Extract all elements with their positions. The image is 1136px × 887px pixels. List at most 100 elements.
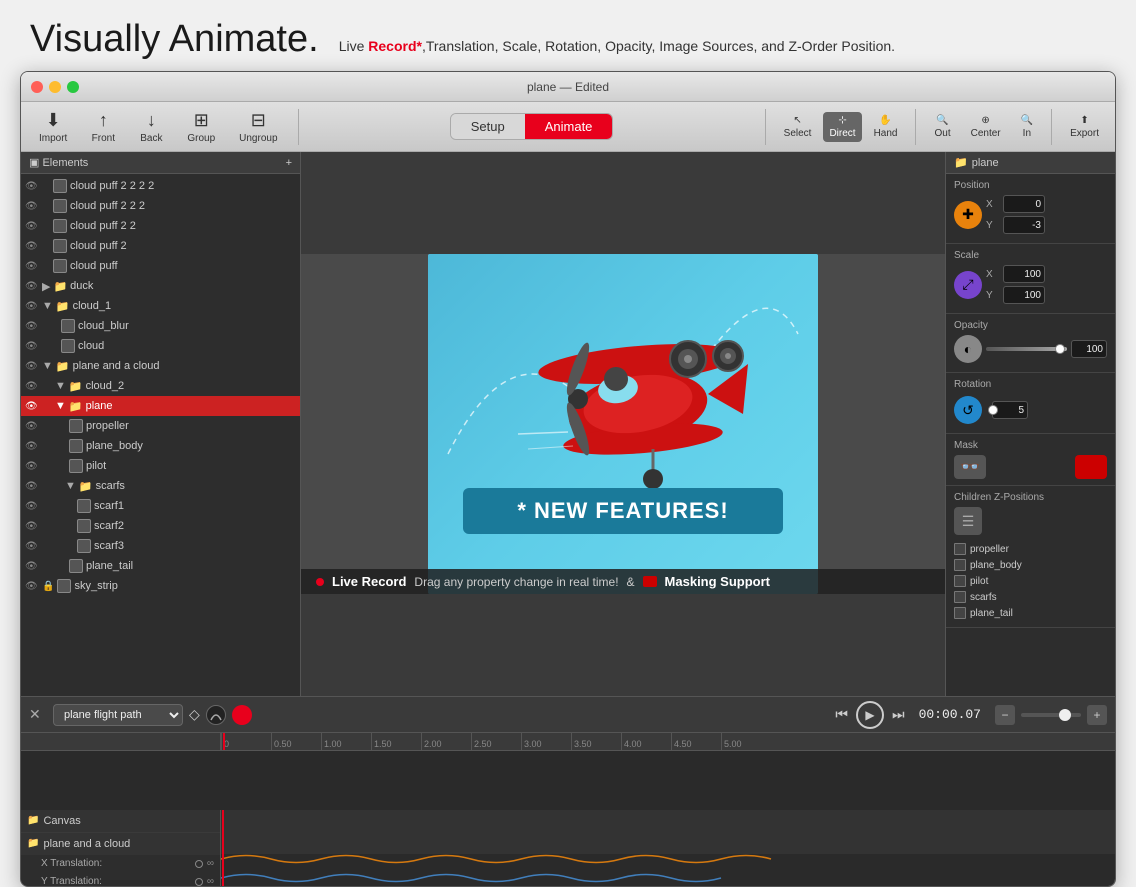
visibility-icon[interactable]: 👁 xyxy=(25,541,39,552)
loop-link[interactable]: ∞ xyxy=(207,858,214,869)
keyframe-diamond-button[interactable]: ◇ xyxy=(189,706,200,723)
zoom-out-timeline-button[interactable]: − xyxy=(995,705,1015,725)
list-item[interactable]: 👁 scarf3 xyxy=(21,536,300,556)
mask-color-swatch[interactable] xyxy=(1075,455,1107,479)
visibility-icon[interactable]: 👁 xyxy=(25,401,39,412)
visibility-icon[interactable]: 👁 xyxy=(25,201,39,212)
direct-tool[interactable]: ⊹ Direct xyxy=(823,112,861,142)
setup-mode-button[interactable]: Setup xyxy=(451,114,525,139)
opacity-slider[interactable] xyxy=(986,347,1067,351)
select-tool[interactable]: ↖ Select xyxy=(778,112,818,142)
position-y-input[interactable] xyxy=(1003,216,1045,234)
list-item[interactable]: 👁 cloud puff 2 2 2 xyxy=(21,196,300,216)
list-item[interactable]: 👁 cloud puff 2 2 xyxy=(21,216,300,236)
visibility-icon[interactable]: 👁 xyxy=(25,481,39,492)
mask-icon[interactable]: 👓 xyxy=(954,455,986,479)
opacity-slider-thumb[interactable] xyxy=(1055,344,1065,354)
z-item[interactable]: plane_tail xyxy=(954,605,1107,621)
elements-add-icon[interactable]: + xyxy=(286,157,292,169)
curve-button[interactable] xyxy=(206,705,226,725)
minimize-button[interactable] xyxy=(49,81,61,93)
zoom-out-button[interactable]: 🔍 Out xyxy=(928,112,956,142)
opacity-input[interactable] xyxy=(1071,340,1107,358)
list-item[interactable]: 👁 pilot xyxy=(21,456,300,476)
list-item[interactable]: 👁 cloud puff xyxy=(21,256,300,276)
list-item[interactable]: 👁 🔒 sky_strip xyxy=(21,576,300,596)
visibility-icon[interactable]: 👁 xyxy=(25,381,39,392)
skip-back-button[interactable]: ⏮ xyxy=(835,706,848,723)
rotation-slider-thumb[interactable] xyxy=(988,405,998,415)
visibility-icon[interactable]: 👁 xyxy=(25,561,39,572)
group-button[interactable]: ⊞ Group xyxy=(179,106,223,148)
close-button[interactable] xyxy=(31,81,43,93)
list-item-plane[interactable]: 👁 ▼ 📁 plane xyxy=(21,396,300,416)
zoom-slider-thumb[interactable] xyxy=(1059,709,1071,721)
visibility-icon[interactable]: 👁 xyxy=(25,441,39,452)
visibility-icon[interactable]: 👁 xyxy=(25,241,39,252)
z-item[interactable]: propeller xyxy=(954,541,1107,557)
list-item[interactable]: 👁 ▼ 📁 scarfs xyxy=(21,476,300,496)
ungroup-button[interactable]: ⊟ Ungroup xyxy=(231,106,285,148)
export-button[interactable]: ⬆ Export xyxy=(1064,112,1105,142)
path-selector[interactable]: plane flight path xyxy=(53,704,183,726)
play-button[interactable]: ▶ xyxy=(856,701,884,729)
animate-mode-button[interactable]: Animate xyxy=(525,114,613,139)
scale-x-input[interactable] xyxy=(1003,265,1045,283)
visibility-icon[interactable]: 👁 xyxy=(25,521,39,532)
visibility-icon[interactable]: 👁 xyxy=(25,321,39,332)
visibility-icon[interactable]: 👁 xyxy=(25,261,39,272)
zoom-slider[interactable] xyxy=(1021,713,1081,717)
visibility-icon[interactable]: 👁 xyxy=(25,181,39,192)
center-button[interactable]: ⊕ Center xyxy=(965,112,1007,142)
visibility-icon[interactable]: 👁 xyxy=(25,301,39,312)
position-icon-button[interactable]: ✚ xyxy=(954,201,982,229)
list-item[interactable]: 👁 ▼ 📁 plane and a cloud xyxy=(21,356,300,376)
select-icon: ↖ xyxy=(793,115,801,126)
timeline-close-button[interactable]: ✕ xyxy=(29,706,47,723)
scale-icon-button[interactable]: ⤢ xyxy=(954,271,982,299)
canvas-frame[interactable]: * NEW FEATURES! xyxy=(428,254,818,594)
keyframe-dot[interactable] xyxy=(195,878,203,886)
z-item[interactable]: plane_body xyxy=(954,557,1107,573)
record-button[interactable] xyxy=(232,705,252,725)
visibility-icon[interactable]: 👁 xyxy=(25,581,39,592)
position-x-input[interactable] xyxy=(1003,195,1045,213)
z-order-icon[interactable]: ☰ xyxy=(954,507,982,535)
z-item[interactable]: scarfs xyxy=(954,589,1107,605)
visibility-icon[interactable]: 👁 xyxy=(25,341,39,352)
back-button[interactable]: ↓ Back xyxy=(131,106,171,148)
visibility-icon[interactable]: 👁 xyxy=(25,501,39,512)
visibility-icon[interactable]: 👁 xyxy=(25,361,39,372)
visibility-icon[interactable]: 👁 xyxy=(25,421,39,432)
list-item[interactable]: 👁 cloud puff 2 xyxy=(21,236,300,256)
list-item[interactable]: 👁 cloud puff 2 2 2 2 xyxy=(21,176,300,196)
front-button[interactable]: ↑ Front xyxy=(83,106,123,148)
canvas-area[interactable]: * NEW FEATURES! Live Record Drag any pro… xyxy=(301,254,945,594)
timeline-tracks[interactable] xyxy=(221,810,1115,887)
list-item[interactable]: 👁 scarf1 xyxy=(21,496,300,516)
list-item[interactable]: 👁 plane_tail xyxy=(21,556,300,576)
z-item[interactable]: pilot xyxy=(954,573,1107,589)
list-item[interactable]: 👁 ▼ 📁 cloud_1 xyxy=(21,296,300,316)
visibility-icon[interactable]: 👁 xyxy=(25,221,39,232)
list-item[interactable]: 👁 scarf2 xyxy=(21,516,300,536)
list-item[interactable]: 👁 cloud xyxy=(21,336,300,356)
list-item[interactable]: 👁 plane_body xyxy=(21,436,300,456)
maximize-button[interactable] xyxy=(67,81,79,93)
hand-tool[interactable]: ✋ Hand xyxy=(868,112,904,142)
opacity-icon-button[interactable]: ◐ xyxy=(954,335,982,363)
import-button[interactable]: ⬇ Import xyxy=(31,106,75,148)
visibility-icon[interactable]: 👁 xyxy=(25,461,39,472)
keyframe-dot[interactable] xyxy=(195,860,203,868)
scale-y-input[interactable] xyxy=(1003,286,1045,304)
visibility-icon[interactable]: 👁 xyxy=(25,281,39,292)
zoom-in-button[interactable]: 🔍 In xyxy=(1015,112,1039,142)
list-item[interactable]: 👁 ▶ 📁 duck xyxy=(21,276,300,296)
list-item[interactable]: 👁 ▼ 📁 cloud_2 xyxy=(21,376,300,396)
zoom-in-timeline-button[interactable]: + xyxy=(1087,705,1107,725)
list-item[interactable]: 👁 cloud_blur xyxy=(21,316,300,336)
loop-link[interactable]: ∞ xyxy=(207,876,214,886)
skip-forward-button[interactable]: ⏭ xyxy=(892,706,905,723)
list-item[interactable]: 👁 propeller xyxy=(21,416,300,436)
rotation-icon-button[interactable]: ↺ xyxy=(954,396,982,424)
